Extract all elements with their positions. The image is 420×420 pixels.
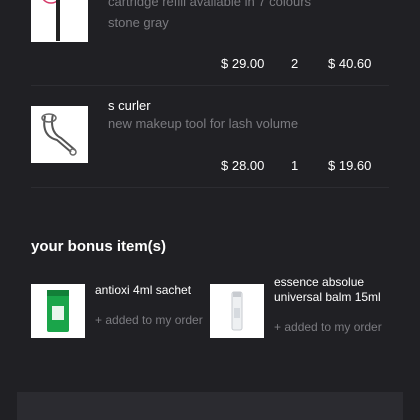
item-thumbnail[interactable]	[31, 0, 88, 42]
item-price: $ 29.00	[221, 56, 265, 71]
item-divider	[31, 187, 389, 188]
cart-item: s curler new makeup tool for lash volume…	[31, 86, 389, 186]
order-summary-panel	[17, 392, 403, 420]
item-description: cartridge refill available in 7 colours	[108, 0, 312, 9]
item-price: $ 28.00	[221, 158, 265, 173]
item-total: $ 19.60	[328, 158, 372, 173]
item-variant: stone gray	[108, 15, 169, 30]
bonus-item: antioxi 4ml sachet + added to my order	[31, 275, 203, 355]
item-total: $ 40.60	[328, 56, 372, 71]
bonus-item-name: essence absolue universal balm 15ml	[274, 275, 381, 304]
bonus-item-name: antioxi 4ml sachet	[95, 283, 192, 297]
bonus-item-thumbnail	[210, 284, 264, 338]
item-quantity[interactable]: 1	[291, 158, 298, 173]
item-name[interactable]: s curler	[108, 98, 151, 113]
cart-item: cartridge refill available in 7 colours …	[31, 0, 389, 84]
eyelash-curler-icon	[41, 113, 77, 156]
bonus-item: essence absolue universal balm 15ml + ad…	[210, 275, 390, 355]
bonus-section-title: your bonus item(s)	[31, 238, 167, 255]
bonus-item-status: + added to my order	[95, 313, 203, 327]
bonus-item-thumbnail	[31, 284, 85, 338]
green-sachet-icon	[47, 290, 69, 332]
eyeliner-pen-icon	[42, 0, 60, 41]
item-quantity[interactable]: 2	[291, 56, 298, 71]
item-description: new makeup tool for lash volume	[108, 116, 299, 131]
bonus-item-status: + added to my order	[274, 320, 382, 334]
item-thumbnail[interactable]	[31, 106, 88, 163]
balm-tube-icon	[231, 291, 243, 331]
